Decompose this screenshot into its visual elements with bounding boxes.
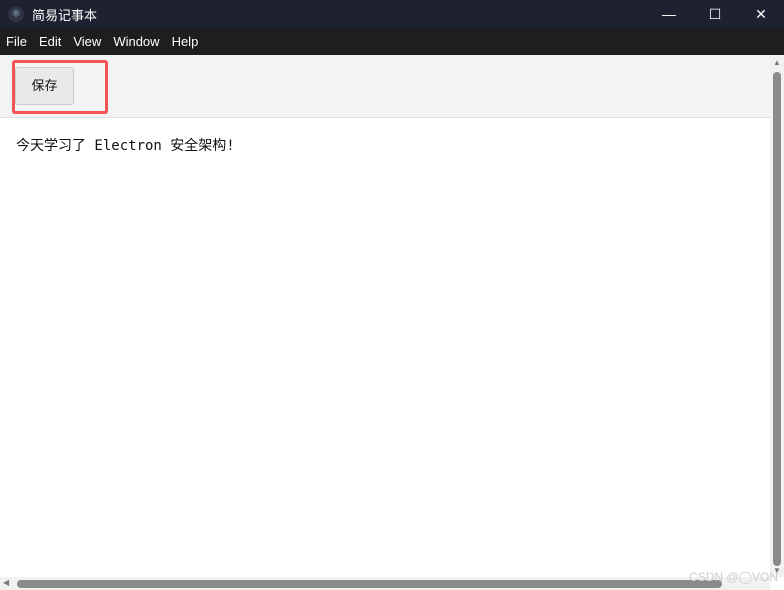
toolbar <box>0 55 770 118</box>
close-button[interactable]: ✕ <box>738 0 784 28</box>
window-title: 简易记事本 <box>32 7 98 23</box>
title-bar: ⚛ 简易记事本 — ☐ ✕ <box>0 0 784 28</box>
watermark: CSDN @◯VON <box>689 570 778 584</box>
vertical-scroll-thumb[interactable] <box>773 72 781 566</box>
menu-edit[interactable]: Edit <box>39 34 61 49</box>
scroll-left-icon[interactable]: ◀ <box>3 578 9 587</box>
minimize-button[interactable]: — <box>646 0 692 28</box>
menu-view[interactable]: View <box>73 34 101 49</box>
menu-file[interactable]: File <box>6 34 27 49</box>
scroll-up-icon[interactable]: ▲ <box>773 58 781 67</box>
menu-bar: File Edit View Window Help <box>0 28 784 55</box>
menu-help[interactable]: Help <box>172 34 199 49</box>
maximize-button[interactable]: ☐ <box>692 0 738 28</box>
horizontal-scroll-thumb[interactable] <box>17 580 722 588</box>
electron-app-icon: ⚛ <box>8 6 24 22</box>
menu-window[interactable]: Window <box>113 34 159 49</box>
vertical-scrollbar[interactable]: ▲ ▼ <box>770 55 784 577</box>
editor-textarea[interactable]: 今天学习了 Electron 安全架构! <box>0 119 770 577</box>
horizontal-scrollbar[interactable]: ◀ <box>0 577 770 590</box>
save-button[interactable]: 保存 <box>15 67 74 105</box>
